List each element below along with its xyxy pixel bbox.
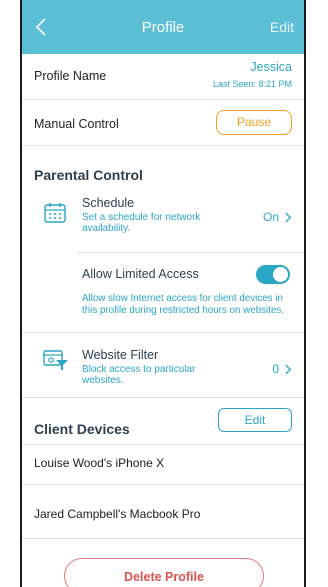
website-filter-icon	[43, 350, 68, 370]
website-filter-row[interactable]: Website Filter Block access to particula…	[22, 336, 304, 392]
calendar-icon	[44, 203, 66, 223]
schedule-title: Schedule	[82, 196, 135, 210]
limited-access-toggle[interactable]	[256, 265, 290, 284]
limited-access-title: Allow Limited Access	[82, 267, 199, 281]
profile-name-value: Jessica	[250, 60, 292, 74]
pause-button[interactable]: Pause	[216, 110, 292, 135]
schedule-status: On	[262, 210, 279, 224]
limited-access-description-line2: this profile during restricted hours on …	[82, 305, 285, 316]
app-screen: Profile Edit Profile Name Jessica Last S…	[20, 0, 306, 587]
client-device-name: Louise Wood's iPhone X	[34, 456, 165, 470]
limited-access-description-line1: Allow slow Internet access for client de…	[82, 293, 283, 304]
website-filter-description-line1: Block access to particular	[82, 364, 196, 375]
last-seen-text: Last Seen: 8:21 PM	[212, 79, 292, 89]
client-device-row[interactable]: Louise Wood's iPhone X	[22, 445, 304, 485]
profile-name-label: Profile Name	[34, 69, 107, 83]
chevron-right-icon	[285, 364, 292, 375]
page-title: Profile	[141, 19, 185, 36]
client-device-row[interactable]: Jared Campbell's Macbook Pro	[22, 485, 304, 539]
client-devices-heading: Client Devices	[34, 421, 130, 437]
schedule-description-line2: availability.	[82, 223, 131, 234]
manual-control-label: Manual Control	[34, 117, 119, 131]
website-filter-description-line2: websites.	[82, 375, 124, 386]
parental-control-heading: Parental Control	[34, 167, 143, 183]
header-edit-button[interactable]: Edit	[270, 19, 294, 35]
top-bar: Profile Edit	[22, 0, 304, 54]
limited-access-row: Allow Limited Access Allow slow Internet…	[22, 253, 304, 329]
chevron-right-icon	[285, 212, 292, 223]
manual-control-row: Manual Control Pause	[22, 100, 304, 146]
client-device-name: Jared Campbell's Macbook Pro	[34, 507, 201, 521]
schedule-description-line1: Set a schedule for network	[82, 212, 201, 223]
divider	[22, 332, 304, 333]
delete-profile-button[interactable]: Delete Profile	[64, 558, 264, 587]
profile-name-row[interactable]: Profile Name Jessica Last Seen: 8:21 PM	[22, 54, 304, 100]
divider	[22, 397, 304, 398]
client-devices-edit-button[interactable]: Edit	[218, 408, 292, 432]
website-filter-count: 0	[272, 362, 279, 376]
schedule-row[interactable]: Schedule Set a schedule for network avai…	[22, 194, 304, 244]
website-filter-title: Website Filter	[82, 348, 159, 362]
